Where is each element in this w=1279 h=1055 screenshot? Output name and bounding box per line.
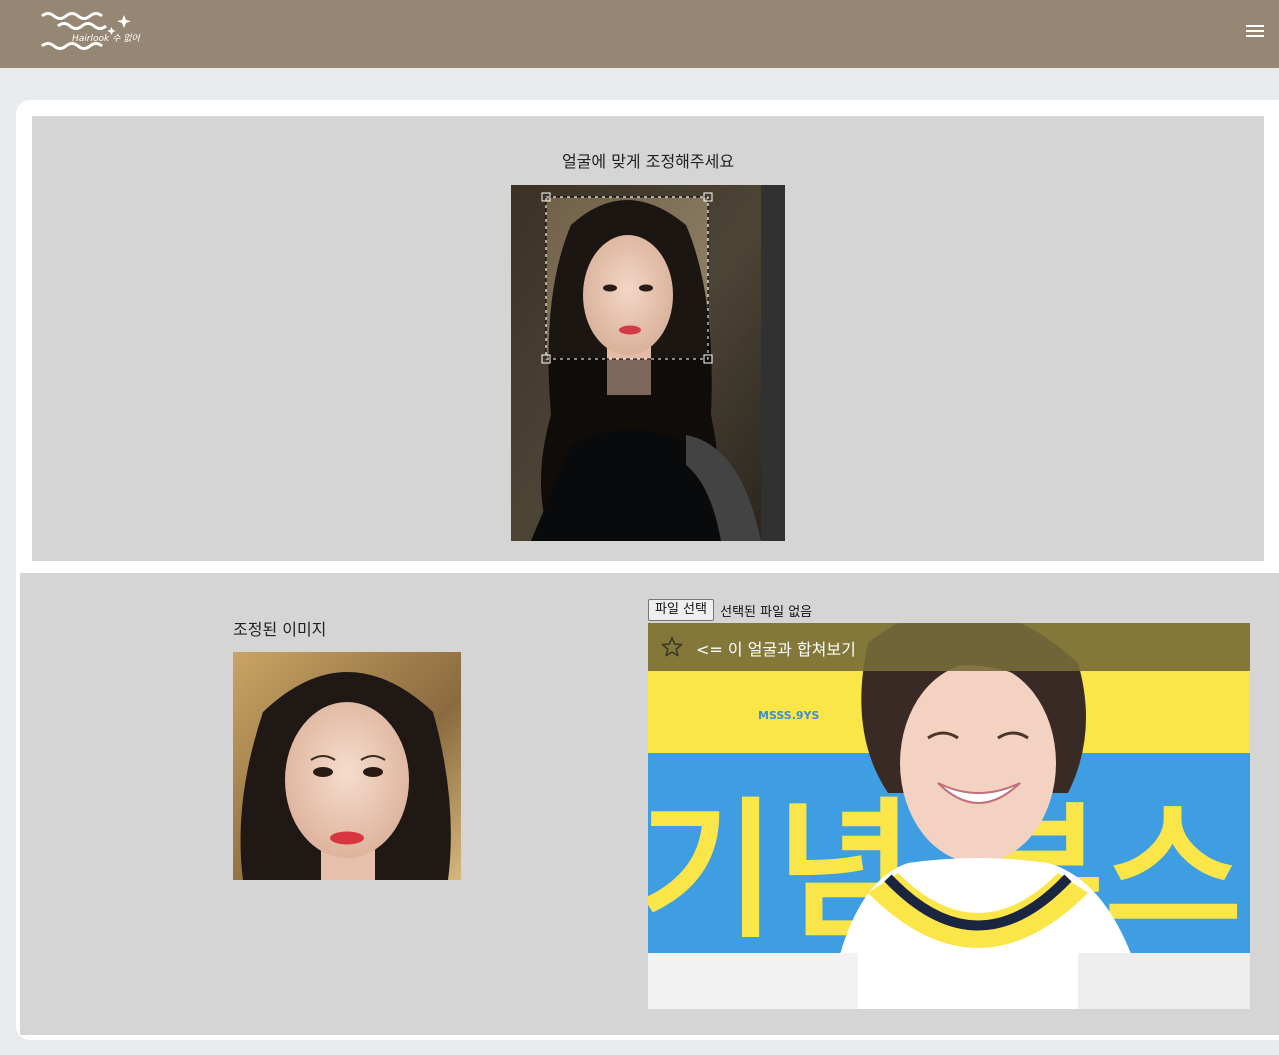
crop-instruction: 얼굴에 맞게 조정해주세요 bbox=[561, 152, 735, 171]
top-navbar: Hairlook 수 없어 bbox=[0, 0, 1279, 68]
source-photo bbox=[511, 185, 785, 541]
crop-canvas[interactable] bbox=[511, 185, 785, 541]
svg-text:MSSS.9YS: MSSS.9YS bbox=[758, 709, 820, 722]
merge-banner: <= 이 얼굴과 합쳐보기 bbox=[648, 623, 1250, 671]
svg-text:Hairlook 수 없어: Hairlook 수 없어 bbox=[72, 33, 140, 44]
hamburger-menu-icon[interactable] bbox=[1244, 22, 1266, 42]
choose-file-button[interactable]: 파일 선택 bbox=[648, 599, 714, 621]
file-upload-row: 파일 선택 선택된 파일 없음 bbox=[648, 599, 812, 623]
adjusted-face-image bbox=[233, 652, 461, 880]
adjusted-image-title: 조정된 이미지 bbox=[233, 620, 327, 639]
brand-logo[interactable]: Hairlook 수 없어 bbox=[38, 6, 150, 56]
file-status-text: 선택된 파일 없음 bbox=[720, 604, 813, 620]
target-face-card[interactable]: MSSS.9YS 기념 부스 <= 이 얼굴과 합쳐보기 bbox=[648, 623, 1250, 1009]
merge-with-face-link[interactable]: <= 이 얼굴과 합쳐보기 bbox=[696, 636, 856, 660]
target-photo: MSSS.9YS 기념 부스 bbox=[648, 623, 1250, 1009]
star-outline-icon[interactable] bbox=[660, 635, 684, 659]
